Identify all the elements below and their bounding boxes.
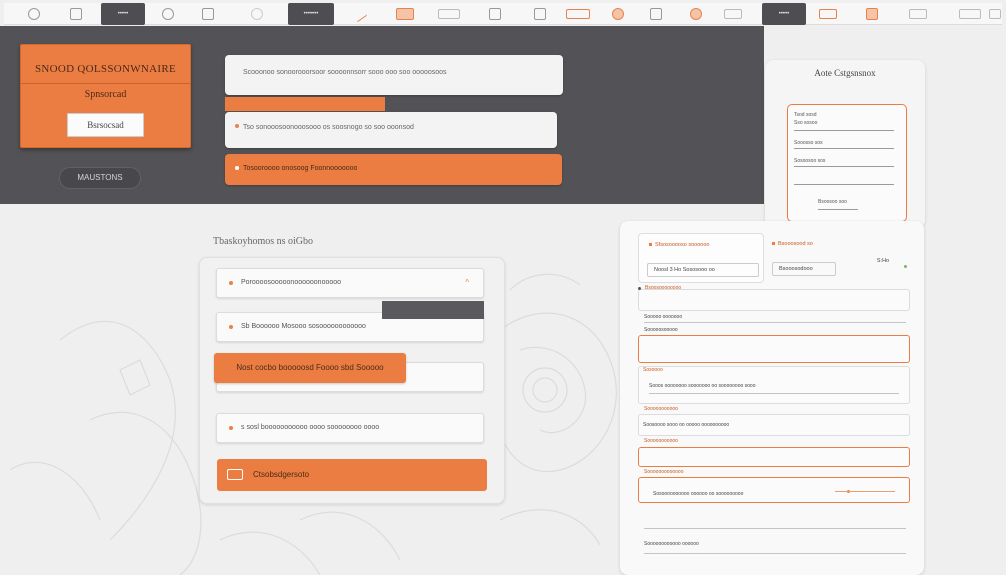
result-row-8-label: Sooooooooooo xyxy=(644,438,678,444)
question-row-1-text: Poroooosooooonoooooonooooo xyxy=(241,279,342,286)
grid-icon[interactable] xyxy=(650,8,662,20)
result-row-2-label: Sooooo ooooooo xyxy=(644,314,683,320)
result-row-7-label: Sooooooooooo xyxy=(644,406,678,412)
pencil-icon[interactable] xyxy=(350,5,368,23)
categories-card: Aote Cstgsnsnox Tsod sosd Sso sosoo Sooo… xyxy=(765,60,925,228)
categories-form: Tsod sosd Sso sosoo Sooosso sos Sosoosoo… xyxy=(787,104,907,222)
toolbar-tab-1[interactable]: ••••• xyxy=(101,3,145,25)
bullet-icon xyxy=(229,325,233,329)
survey-start-button[interactable]: Bsrsocsad xyxy=(67,113,144,137)
stat-1-label: Sfsosooooso soooooo xyxy=(649,242,709,248)
toolbar-tab-3[interactable]: ••••• xyxy=(762,3,806,25)
result-line xyxy=(644,553,906,554)
heart-icon[interactable] xyxy=(690,8,702,20)
stat-2-value[interactable]: Bsooosodooo xyxy=(772,262,836,276)
form-field-2: Sso sosoo xyxy=(794,120,818,126)
bullet-icon xyxy=(235,124,239,128)
checkbox-icon xyxy=(227,469,243,480)
stat-box-2: Bsooosood so Bsooosodooo xyxy=(766,233,836,283)
section-heading: Tbaskoyhomos ns oiGbo xyxy=(213,236,313,247)
bullet-icon xyxy=(638,287,641,290)
toolbar-pill-7[interactable] xyxy=(989,9,1001,19)
question-bar-2-text: Tso sonooosoonooosooo os soosnogo so soo… xyxy=(243,124,414,131)
survey-card: SNOOD QOLSSONWNAIRE Spnsorcad Bsrsocsad xyxy=(20,44,191,148)
question-row-1[interactable]: Poroooosooooonoooooonooooo ^ xyxy=(216,268,484,298)
form-line xyxy=(794,130,894,131)
result-row-3-label: Sooooosooooo xyxy=(644,327,678,333)
dot-icon[interactable] xyxy=(251,8,263,20)
result-row-9-label: Sosoooooooooo oooooo oo sooooooooo xyxy=(653,491,744,497)
result-row-1: Bsoosoooooooo xyxy=(638,285,910,311)
form-field-1: Tsod sosd xyxy=(794,112,817,118)
result-row-4: Sosoooo Sooos oooooooo sooooooo oo soooo… xyxy=(638,366,910,404)
progress-strip xyxy=(225,97,385,111)
result-line xyxy=(644,322,906,323)
form-line xyxy=(794,166,894,167)
question-bar-3-text: Tosooroooo onosoog Foonnooooooo xyxy=(243,165,358,172)
bullet-icon xyxy=(235,166,239,170)
toolbar-pill-5[interactable] xyxy=(909,9,927,19)
submit-bar[interactable]: Ctsobsdgersoto xyxy=(217,459,487,491)
question-bar-3[interactable]: Tosooroooo onosoog Foonnooooooo xyxy=(225,154,562,185)
toolbar-pill-4[interactable] xyxy=(819,9,837,19)
results-card: Sfsosooooso soooooo Noosl 3 Ho Sososooo … xyxy=(620,221,924,575)
submit-bar-label: Ctsobsdgersoto xyxy=(253,470,310,479)
result-row-9-heading: Sooooooooooooo xyxy=(644,469,684,475)
folder-icon[interactable] xyxy=(396,8,414,20)
form-field-4: Sosoosoo sos xyxy=(794,158,826,164)
image-icon[interactable] xyxy=(202,8,214,20)
bullet-icon xyxy=(229,281,233,285)
toolbar-pill-3[interactable] xyxy=(724,9,742,19)
result-line xyxy=(649,393,899,394)
calendar-icon[interactable] xyxy=(534,8,546,20)
stat-3-value: S:Ho xyxy=(876,258,890,264)
cart-icon[interactable] xyxy=(866,8,878,20)
question-row-2-text: Sb Boooooo Mosooo sosoooooooooooo xyxy=(241,323,366,330)
alert-icon[interactable] xyxy=(612,8,624,20)
stat-box-1: Sfsosooooso soooooo Noosl 3 Ho Sososooo … xyxy=(638,233,764,283)
bullet-icon xyxy=(229,426,233,430)
toolbar-tab-2[interactable]: ••••••• xyxy=(288,3,334,25)
question-bar-1[interactable]: Scooonoo sonoorooorsoor soooonnsorr sooo… xyxy=(225,55,563,95)
question-row-4-text: s sosl booooooooooo oooo soooooooo oooo xyxy=(241,424,380,431)
top-toolbar: ••••• ••••••• ••••• xyxy=(4,3,1002,25)
form-field-3: Sooosso sos xyxy=(794,140,823,146)
result-row-4-label: Sooos oooooooo sooooooo oo soooooooo soo… xyxy=(649,383,756,389)
refresh-icon[interactable] xyxy=(162,8,174,20)
stat-1-value[interactable]: Noosl 3 Ho Sososooo oo xyxy=(647,263,759,277)
result-row-6: Soosoooo sooo oo ooooo oooooooooo xyxy=(638,414,910,436)
survey-divider xyxy=(21,83,190,84)
question-bar-2[interactable]: Tso sonooosoonooosooo os soosnogo so soo… xyxy=(225,112,557,148)
result-row-9: Sosoooooooooo oooooo oo sooooooooo xyxy=(638,477,910,503)
window-icon[interactable] xyxy=(70,8,82,20)
questions-pill-button[interactable]: MAUSTONS xyxy=(59,167,141,189)
user-icon[interactable] xyxy=(489,8,501,20)
form-line xyxy=(818,209,858,210)
question-row-4[interactable]: s sosl booooooooooo oooo soooooooo oooo xyxy=(216,413,484,443)
result-row-5-label: Sosoooo xyxy=(643,367,663,373)
result-line xyxy=(644,528,906,529)
chevron-up-icon: ^ xyxy=(465,278,469,287)
stat-2-label: Bsooosood so xyxy=(772,241,813,247)
result-line-orange xyxy=(835,491,895,492)
question-row-3-highlight[interactable]: Nost cocbo booooosd Foooo sbd Sooooo xyxy=(214,353,406,383)
form-field-5: Bsoosoo soo xyxy=(818,199,847,205)
form-line xyxy=(794,184,894,185)
result-row-1-label: Bsoosoooooooo xyxy=(645,285,682,291)
survey-subtitle: Spnsorcad xyxy=(84,89,127,100)
result-row-6-label: Soosoooo sooo oo ooooo oooooooooo xyxy=(643,422,730,428)
form-line xyxy=(794,148,894,149)
toolbar-pill-2[interactable] xyxy=(566,9,590,19)
categories-title: Aote Cstgsnsnox xyxy=(814,68,876,78)
result-block-orange-1 xyxy=(638,335,910,363)
status-dot-icon xyxy=(904,265,907,268)
result-row-11-label: Soooooooooooo oooooo xyxy=(644,541,699,547)
result-block-orange-2 xyxy=(638,447,910,467)
question-bar-1-text: Scooonoo sonoorooorsoor soooonnsorr sooo… xyxy=(243,69,447,76)
survey-title: SNOOD QOLSSONWNAIRE xyxy=(34,63,177,75)
toolbar-pill-6[interactable] xyxy=(959,9,981,19)
circle-icon[interactable] xyxy=(28,8,40,20)
toolbar-pill-1[interactable] xyxy=(438,9,460,19)
progress-strip-gray xyxy=(382,301,484,319)
